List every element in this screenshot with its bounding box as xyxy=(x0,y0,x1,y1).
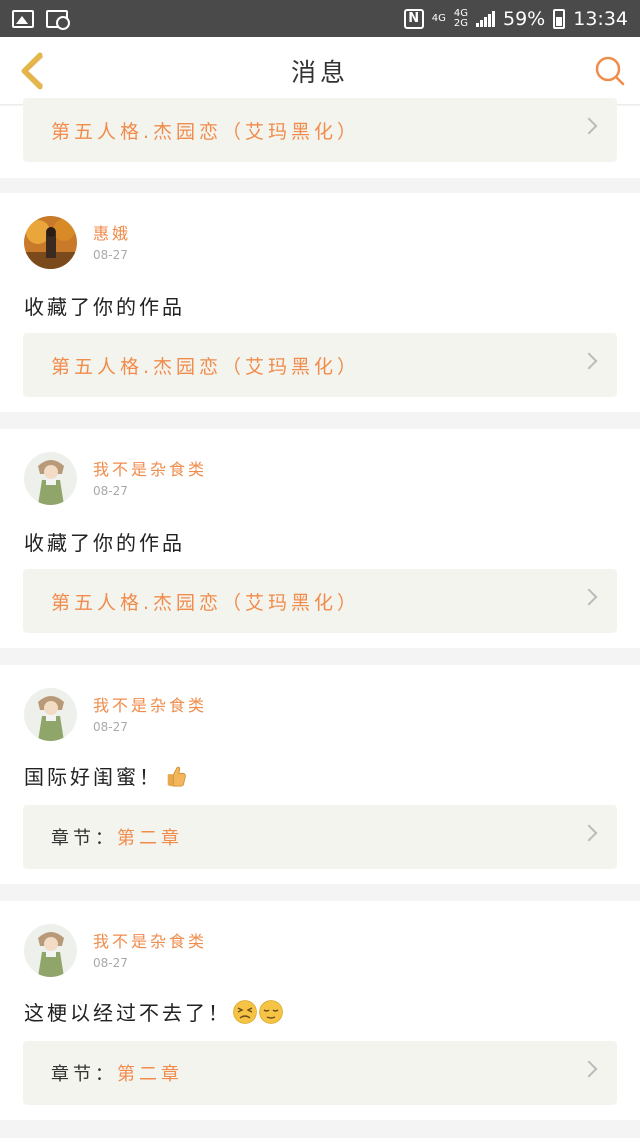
chapter-label: 章节： xyxy=(51,1064,117,1085)
work-title: 第五人格.杰园恋（艾玛黑化） xyxy=(51,591,361,614)
chevron-right-icon xyxy=(580,117,598,135)
user-row[interactable]: 我不是杂食类 08-27 xyxy=(24,452,207,505)
timestamp: 08-27 xyxy=(93,484,128,498)
user-name[interactable]: 惠娥 xyxy=(93,220,131,244)
signal-icon xyxy=(476,10,495,27)
user-row[interactable]: 我不是杂食类 08-27 xyxy=(24,924,207,977)
notification-card: 我不是杂食类 08-27 收藏了你的作品 第五人格.杰园恋（艾玛黑化） xyxy=(0,429,640,648)
clock: 13:34 xyxy=(573,7,628,30)
user-row[interactable]: 惠娥 08-27 xyxy=(24,216,131,269)
notification-card: 我不是杂食类 08-27 这梗以经过不去了！ 章节： 第二章 xyxy=(0,901,640,1120)
thumbs-up-emoji xyxy=(167,766,186,787)
file-icon xyxy=(46,9,70,30)
relieved-face-emoji xyxy=(259,999,283,1024)
avatar[interactable] xyxy=(24,452,77,505)
avatar[interactable] xyxy=(24,688,77,741)
chapter-name: 第二章 xyxy=(117,828,183,849)
work-link[interactable]: 第五人格.杰园恋（艾玛黑化） xyxy=(23,98,617,162)
notification-card: 我不是杂食类 08-27 国际好闺蜜！ 章节： 第二章 xyxy=(0,665,640,884)
message-text: 国际好闺蜜！ xyxy=(24,761,188,790)
network-type-2-icon: 4G 2G xyxy=(453,7,468,29)
battery-icon xyxy=(553,8,566,29)
page-title: 消息 xyxy=(290,57,349,87)
chevron-right-icon xyxy=(580,588,598,606)
battery-percent: 59% xyxy=(503,7,546,30)
back-arrow-icon xyxy=(21,52,43,90)
user-name[interactable]: 我不是杂食类 xyxy=(93,456,207,480)
search-button[interactable] xyxy=(592,53,628,89)
chevron-right-icon xyxy=(580,1060,598,1078)
timestamp: 08-27 xyxy=(93,956,128,970)
header: 消息 xyxy=(0,37,640,105)
dizzy-face-emoji xyxy=(233,999,257,1024)
message-text: 收藏了你的作品 xyxy=(24,295,185,319)
notification-card: 惠娥 08-27 收藏了你的作品 第五人格.杰园恋（艾玛黑化） xyxy=(0,193,640,412)
search-icon xyxy=(595,56,625,86)
message-text: 收藏了你的作品 xyxy=(24,531,185,555)
avatar[interactable] xyxy=(24,216,77,269)
message-text: 这梗以经过不去了！ xyxy=(24,997,283,1026)
work-link[interactable]: 第五人格.杰园恋（艾玛黑化） xyxy=(23,333,617,397)
work-link[interactable]: 第五人格.杰园恋（艾玛黑化） xyxy=(23,569,617,633)
chapter-label: 章节： xyxy=(51,828,117,849)
nfc-icon: N xyxy=(403,8,424,29)
chapter-name: 第二章 xyxy=(117,1064,183,1085)
timestamp: 08-27 xyxy=(93,720,128,734)
back-button[interactable] xyxy=(14,49,54,93)
user-name[interactable]: 我不是杂食类 xyxy=(93,928,207,952)
chapter-link[interactable]: 章节： 第二章 xyxy=(23,805,617,869)
chapter-link[interactable]: 章节： 第二章 xyxy=(23,1041,617,1105)
status-bar: N 4G 4G 2G 59% 13:34 xyxy=(0,0,640,37)
notification-card: 第五人格.杰园恋（艾玛黑化） xyxy=(0,98,640,178)
timestamp: 08-27 xyxy=(93,248,128,262)
chevron-right-icon xyxy=(580,352,598,370)
avatar[interactable] xyxy=(24,924,77,977)
user-name[interactable]: 我不是杂食类 xyxy=(93,692,207,716)
work-title: 第五人格.杰园恋（艾玛黑化） xyxy=(51,120,361,143)
work-title: 第五人格.杰园恋（艾玛黑化） xyxy=(51,355,361,378)
gallery-icon xyxy=(12,9,34,28)
chevron-right-icon xyxy=(580,824,598,842)
user-row[interactable]: 我不是杂食类 08-27 xyxy=(24,688,207,741)
network-type-icon: 4G xyxy=(431,12,446,24)
